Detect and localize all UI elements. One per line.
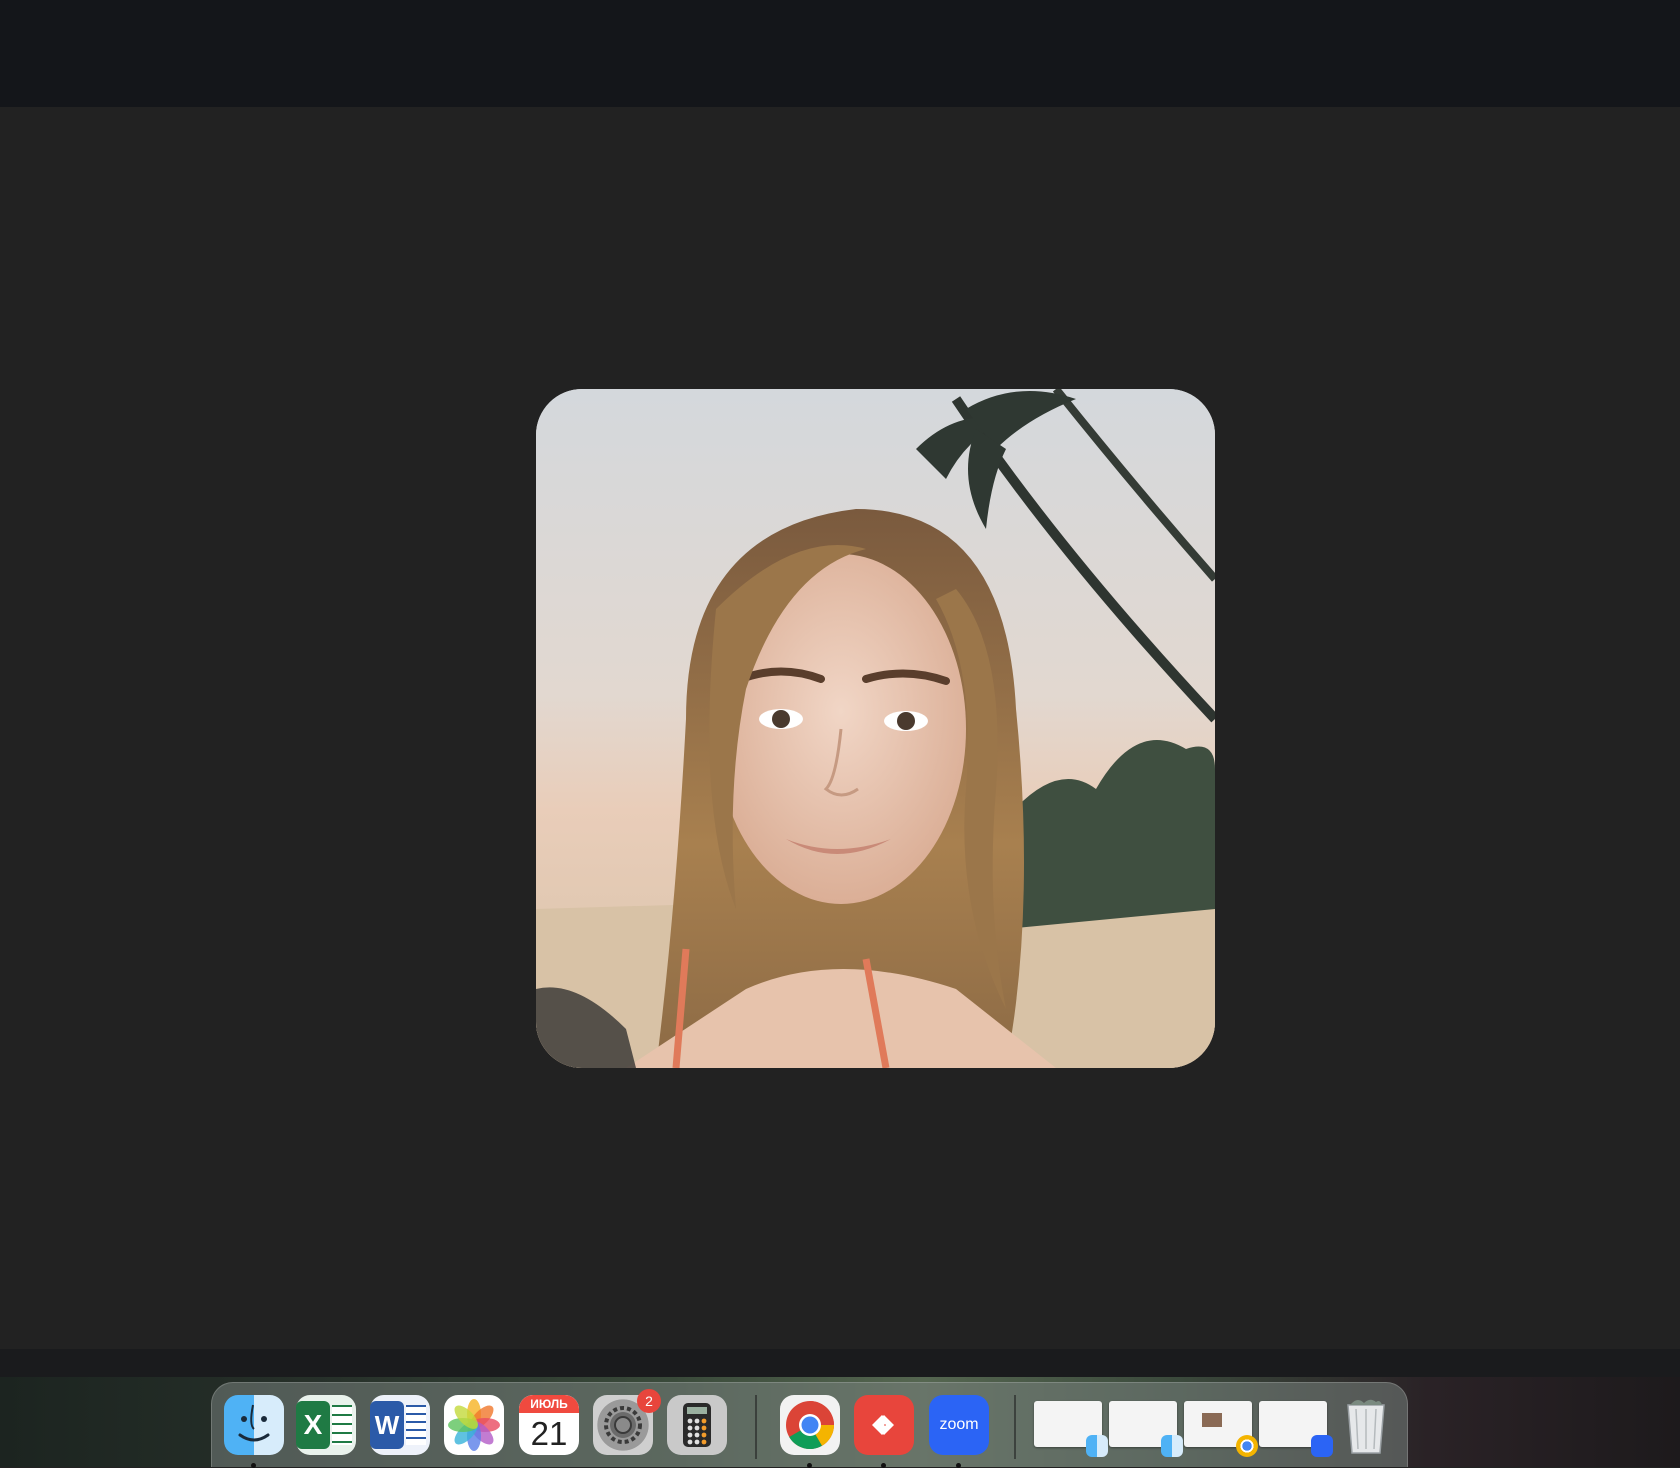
calendar-month-label: ИЮЛЬ: [519, 1395, 579, 1413]
dock-separator: [755, 1395, 757, 1459]
calendar-icon[interactable]: ИЮЛЬ 21: [519, 1395, 579, 1455]
anydesk-icon[interactable]: [854, 1395, 914, 1455]
dock-separator: [1014, 1395, 1016, 1459]
chrome-running-indicator: [807, 1463, 812, 1468]
finder-running-indicator: [251, 1463, 256, 1468]
finder-window-thumbnail[interactable]: [1109, 1401, 1183, 1457]
anydesk-running-indicator: [881, 1463, 886, 1468]
word-icon[interactable]: W: [370, 1395, 430, 1455]
finder-icon[interactable]: [224, 1395, 284, 1455]
zoom-window-thumbnail[interactable]: [1259, 1401, 1333, 1457]
zoom-icon[interactable]: zoom: [929, 1395, 989, 1455]
chrome-icon: [1236, 1435, 1258, 1457]
finder-window-thumbnail[interactable]: [1034, 1401, 1108, 1457]
chrome-window-thumbnail[interactable]: [1184, 1401, 1258, 1457]
finder-icon: [1161, 1435, 1183, 1457]
calculator-icon[interactable]: [667, 1395, 727, 1455]
calendar-day-label: 21: [530, 1415, 568, 1452]
dock: X W ИЮЛЬ 21 2 zoom: [211, 1382, 1408, 1468]
zoom-icon: [1311, 1435, 1333, 1457]
zoom-icon-label: zoom: [939, 1416, 979, 1433]
settings-notification-badge: 2: [637, 1389, 661, 1413]
window-title-bar: [0, 0, 1680, 107]
excel-icon[interactable]: X: [296, 1395, 356, 1455]
settings-icon[interactable]: 2: [593, 1389, 661, 1455]
zoom-running-indicator: [956, 1463, 961, 1468]
photos-icon[interactable]: [444, 1395, 504, 1455]
participant-photo: [536, 389, 1215, 1068]
window-bottom-edge: [0, 1349, 1680, 1377]
portrait-photo: [536, 389, 1215, 1068]
finder-icon: [1086, 1435, 1108, 1457]
chrome-icon[interactable]: [780, 1395, 840, 1455]
trash-icon[interactable]: [1336, 1395, 1396, 1455]
